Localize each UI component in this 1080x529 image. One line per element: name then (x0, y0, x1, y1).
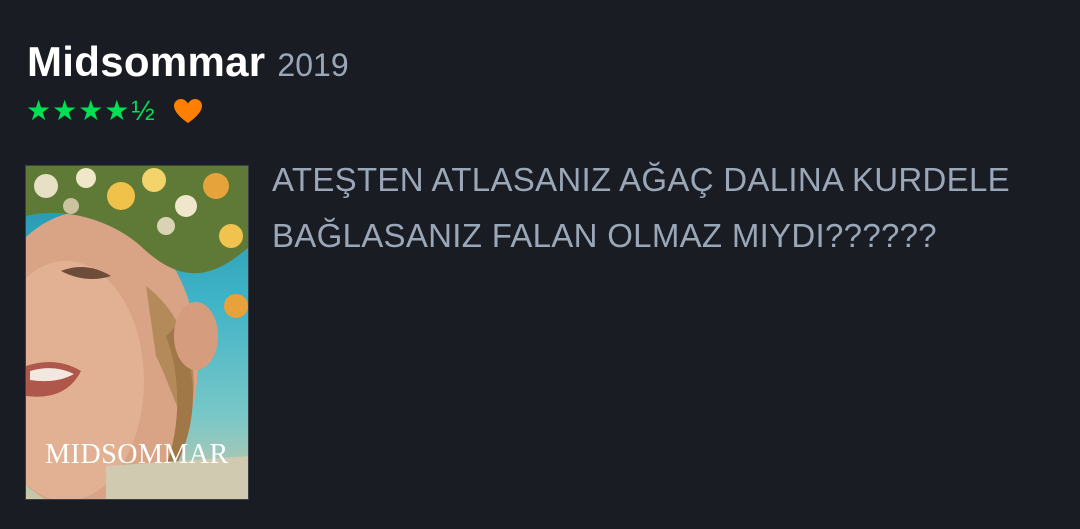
star-rating: ★★★★ (26, 95, 131, 126)
film-poster[interactable]: MIDSOMMAR (25, 165, 249, 500)
half-star: ½ (131, 94, 155, 126)
review-line-1: ATEŞTEN ATLASANIZ AĞAÇ DALINA KURDELE (272, 161, 1010, 198)
heart-icon (173, 98, 203, 124)
film-year[interactable]: 2019 (277, 47, 348, 84)
film-title[interactable]: Midsommar (27, 38, 265, 86)
review-line-2: BAĞLASANIZ FALAN OLMAZ MIYDI?????? (272, 217, 937, 254)
poster-title: MIDSOMMAR (45, 439, 229, 470)
review-text: ATEŞTEN ATLASANIZ AĞAÇ DALINA KURDELE BA… (272, 152, 1072, 264)
rating-row: ★★★★ ½ (26, 94, 203, 127)
film-header: Midsommar 2019 (27, 38, 349, 86)
